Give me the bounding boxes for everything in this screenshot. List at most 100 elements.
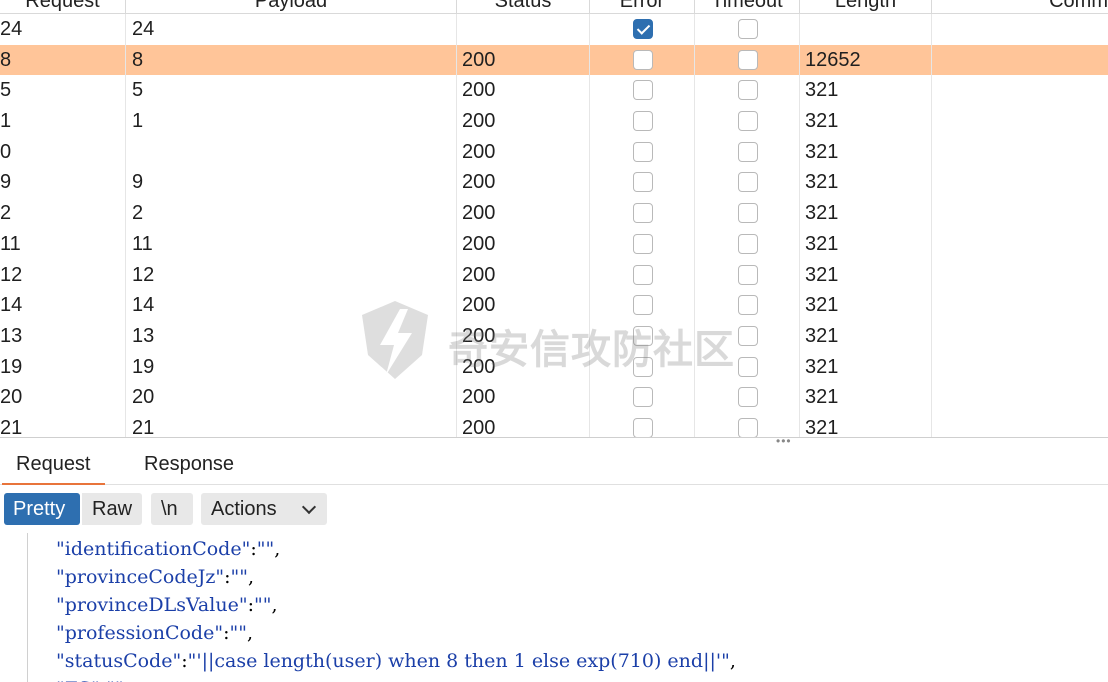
code-line: "identificationCode":"", bbox=[56, 538, 281, 560]
cell-request: 24 bbox=[0, 14, 126, 45]
table-row[interactable]: 9 9 200 321 bbox=[0, 167, 1108, 199]
cell-request: 9 bbox=[0, 167, 126, 199]
timeout-checkbox[interactable] bbox=[738, 111, 758, 132]
error-checkbox[interactable] bbox=[633, 417, 653, 437]
table-row[interactable]: 11 11 200 321 bbox=[0, 228, 1108, 260]
timeout-checkbox[interactable] bbox=[738, 264, 758, 285]
cell-payload: 21 bbox=[126, 412, 457, 437]
cell-payload: 24 bbox=[126, 14, 457, 45]
cell-error bbox=[590, 44, 695, 76]
cell-status: 200 bbox=[457, 44, 590, 76]
column-header-comment[interactable]: Comm bbox=[932, 0, 1108, 14]
cell-status bbox=[457, 14, 590, 45]
cell-timeout bbox=[695, 351, 800, 383]
cell-length: 321 bbox=[800, 412, 932, 437]
timeout-checkbox[interactable] bbox=[738, 19, 758, 39]
cell-status: 200 bbox=[457, 106, 590, 137]
cell-comment bbox=[932, 14, 1108, 45]
table-row[interactable]: 8 8 200 12652 bbox=[0, 44, 1108, 76]
timeout-checkbox[interactable] bbox=[738, 203, 758, 224]
column-header-timeout[interactable]: Timeout bbox=[695, 0, 800, 14]
error-checkbox[interactable] bbox=[633, 356, 653, 377]
cell-comment bbox=[932, 352, 1108, 383]
table-row[interactable]: 13 13 200 321 bbox=[0, 320, 1108, 352]
error-checkbox[interactable] bbox=[633, 203, 653, 224]
timeout-checkbox[interactable] bbox=[738, 387, 758, 408]
splitter-grip-icon[interactable]: ••• bbox=[776, 435, 792, 447]
show-newlines-button[interactable]: \n bbox=[151, 493, 193, 525]
cell-comment bbox=[932, 137, 1108, 168]
timeout-checkbox[interactable] bbox=[738, 356, 758, 377]
tab-request[interactable]: Request bbox=[2, 445, 105, 485]
cell-request: 8 bbox=[0, 44, 126, 76]
cell-error bbox=[590, 259, 695, 291]
cell-timeout bbox=[695, 167, 800, 199]
column-header-request[interactable]: Request bbox=[0, 0, 126, 14]
cell-error bbox=[590, 382, 695, 413]
cell-status: 200 bbox=[457, 198, 590, 229]
error-checkbox[interactable] bbox=[633, 49, 653, 70]
error-checkbox[interactable] bbox=[633, 295, 653, 316]
pane-splitter[interactable]: ••• bbox=[0, 435, 1108, 447]
cell-error bbox=[590, 412, 695, 437]
cell-payload: 2 bbox=[126, 198, 457, 229]
table-row[interactable]: 1 1 200 321 bbox=[0, 106, 1108, 137]
request-editor[interactable]: "identificationCode":"", "provinceCodeJz"… bbox=[0, 533, 1108, 682]
cell-request: 2 bbox=[0, 198, 126, 229]
error-checkbox[interactable] bbox=[633, 325, 653, 346]
timeout-checkbox[interactable] bbox=[738, 417, 758, 437]
table-row[interactable]: 24 24 bbox=[0, 14, 1108, 45]
cell-comment bbox=[932, 382, 1108, 413]
table-row[interactable]: 5 5 200 321 bbox=[0, 75, 1108, 107]
column-header-status[interactable]: Status bbox=[457, 0, 590, 14]
cell-status: 200 bbox=[457, 412, 590, 437]
table-row[interactable]: 21 21 200 321 bbox=[0, 412, 1108, 437]
table-header: Request Payload Status Error Timeout Len… bbox=[0, 0, 1108, 14]
timeout-checkbox[interactable] bbox=[738, 80, 758, 101]
timeout-checkbox[interactable] bbox=[738, 295, 758, 316]
code-line: "provinceDLsValue":"", bbox=[56, 594, 278, 616]
actions-dropdown[interactable]: Actions bbox=[201, 493, 327, 525]
cell-timeout bbox=[695, 198, 800, 229]
column-header-payload[interactable]: Payload bbox=[126, 0, 457, 14]
cell-payload: 14 bbox=[126, 290, 457, 321]
cell-comment bbox=[932, 290, 1108, 321]
error-checkbox[interactable] bbox=[633, 387, 653, 408]
code-line: "professionCode":"", bbox=[56, 622, 254, 644]
pretty-button[interactable]: Pretty bbox=[4, 493, 80, 525]
error-checkbox[interactable] bbox=[633, 141, 653, 162]
column-header-error[interactable]: Error bbox=[590, 0, 695, 14]
timeout-checkbox[interactable] bbox=[738, 233, 758, 254]
table-row[interactable]: 20 20 200 321 bbox=[0, 382, 1108, 413]
cell-timeout bbox=[695, 14, 800, 45]
cell-length: 321 bbox=[800, 136, 932, 168]
table-row[interactable]: 0 200 321 bbox=[0, 136, 1108, 168]
cell-error bbox=[590, 167, 695, 199]
raw-button[interactable]: Raw bbox=[82, 493, 142, 525]
cell-timeout bbox=[695, 228, 800, 260]
cell-status: 200 bbox=[457, 290, 590, 321]
editor-gutter bbox=[0, 533, 28, 682]
table-row[interactable]: 19 19 200 321 bbox=[0, 351, 1108, 383]
timeout-checkbox[interactable] bbox=[738, 172, 758, 193]
timeout-checkbox[interactable] bbox=[738, 325, 758, 346]
table-row[interactable]: 12 12 200 321 bbox=[0, 259, 1108, 291]
error-checkbox[interactable] bbox=[633, 80, 653, 101]
cell-length: 321 bbox=[800, 382, 932, 413]
error-checkbox-checked[interactable] bbox=[633, 19, 653, 39]
timeout-checkbox[interactable] bbox=[738, 49, 758, 70]
request-response-tabs: Request Response bbox=[0, 445, 1108, 485]
error-checkbox[interactable] bbox=[633, 111, 653, 132]
cell-comment bbox=[932, 198, 1108, 229]
table-row[interactable]: 14 14 200 321 bbox=[0, 290, 1108, 321]
cell-status: 200 bbox=[457, 351, 590, 383]
table-body: 24 24 8 8 200 12652 5 5 200 321 1 1 200 321 0 200 321 9 9 2… bbox=[0, 14, 1108, 437]
cell-payload: 8 bbox=[126, 44, 457, 76]
error-checkbox[interactable] bbox=[633, 233, 653, 254]
error-checkbox[interactable] bbox=[633, 264, 653, 285]
tab-response[interactable]: Response bbox=[130, 445, 248, 485]
error-checkbox[interactable] bbox=[633, 172, 653, 193]
table-row[interactable]: 2 2 200 321 bbox=[0, 198, 1108, 229]
timeout-checkbox[interactable] bbox=[738, 141, 758, 162]
column-header-length[interactable]: Length bbox=[800, 0, 932, 14]
